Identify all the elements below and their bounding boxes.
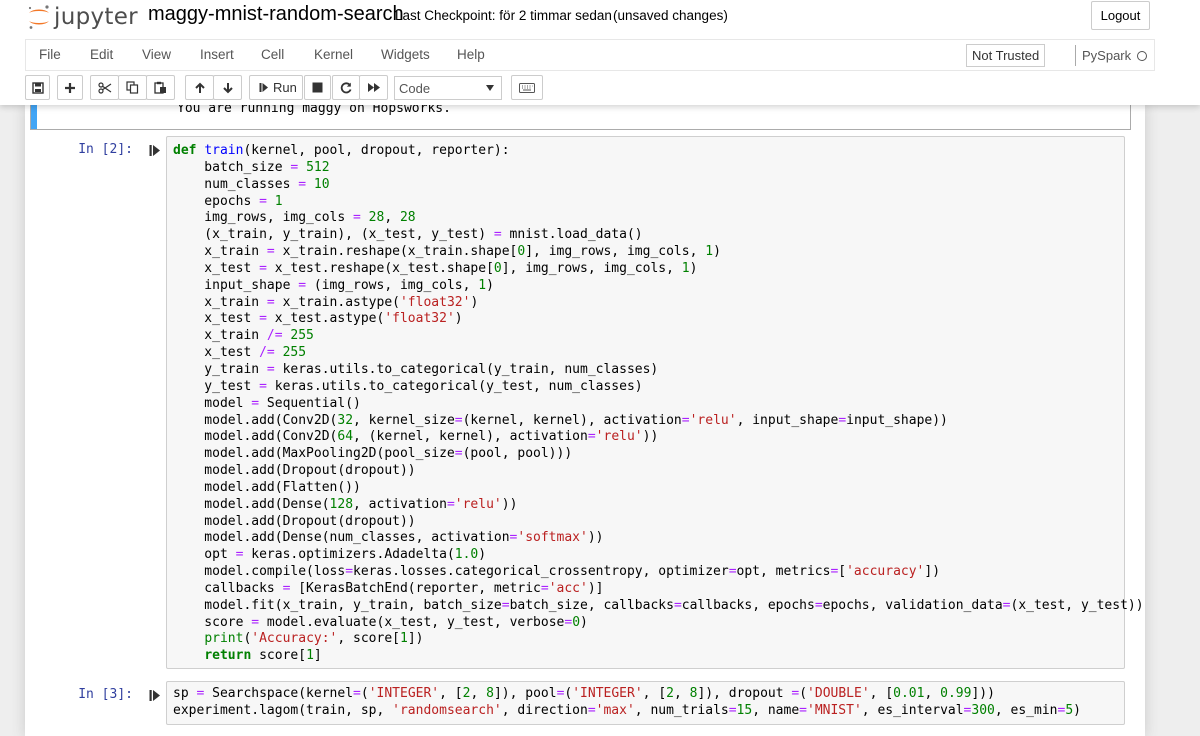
code-line: model.compile(loss=keras.losses.categori… [173,564,941,580]
code-line: y_train = keras.utils.to_categorical(y_t… [173,361,659,377]
code-line: model.add(Flatten()) [173,479,361,495]
step-forward-icon[interactable] [149,689,161,702]
selected-cell[interactable]: You are running maggy on Hopsworks. [30,101,1131,130]
code-line: return score[1] [204,648,322,664]
selected-cell-indicator [31,105,37,129]
code-line: num_classes = 10 [173,176,330,192]
code-line: model.fit(x_train, y_train, batch_size=b… [173,597,1144,613]
step-forward-icon[interactable] [149,144,161,157]
paste-button[interactable] [146,75,175,100]
trust-indicator[interactable]: Not Trusted [966,44,1046,67]
menu-help[interactable]: Help [457,47,485,62]
move-down-button[interactable] [213,75,242,100]
checkpoint-status: Last Checkpoint: för 2 timmar sedan [395,8,612,23]
notebook-area[interactable]: You are running maggy on Hopsworks. In [… [0,101,1200,736]
notebook-header: jupyter maggy-mnist-random-search Last C… [0,0,1200,105]
kernel-indicator: PySpark [1075,45,1148,66]
copy-button[interactable] [118,75,147,100]
logout-button[interactable]: Logout [1091,1,1150,30]
restart-icon [340,81,352,93]
run-button-label: Run [273,80,297,95]
code-editor[interactable]: def train(kernel, pool, dropout, reporte… [173,143,1144,665]
code-line: score = model.evaluate(x_test, y_test, v… [173,614,588,630]
insert-cell-button[interactable] [57,75,83,100]
code-line: x_train /= 255 [173,328,314,344]
menu-file[interactable]: File [39,47,61,62]
plus-icon [65,82,75,93]
code-line: experiment.lagom(train, sp, 'randomsearc… [173,702,1081,718]
kernel-idle-icon [1137,50,1148,61]
run-button[interactable]: Run [249,75,303,100]
arrow-down-icon [222,82,233,93]
autosave-status: (unsaved changes) [613,8,728,23]
code-line: batch_size = 512 [173,159,330,175]
cut-button[interactable] [90,75,119,100]
code-editor[interactable]: sp = Searchspace(kernel=('INTEGER', [2, … [173,686,1081,720]
menu-kernel[interactable]: Kernel [314,47,353,62]
code-line: x_test /= 255 [173,345,307,361]
move-up-button[interactable] [185,75,214,100]
cell-prompt: In [2]: [78,142,133,157]
restart-run-all-button[interactable] [359,75,388,100]
save-icon [31,81,44,94]
code-line: model.add(Conv2D(64, (kernel, kernel), a… [173,429,659,445]
save-button[interactable] [25,75,50,100]
menu-edit[interactable]: Edit [90,47,113,62]
code-line: callbacks = [KerasBatchEnd(reporter, met… [173,580,604,596]
chevron-down-icon [486,85,494,91]
copy-icon [126,81,139,94]
keyboard-icon [519,82,535,93]
code-line: x_test = x_test.astype('float32') [173,311,463,327]
notebook-container: You are running maggy on Hopsworks. In [… [25,101,1145,736]
code-line: x_test = x_test.reshape(x_test.shape[0],… [173,260,698,276]
code-input-area[interactable]: def train(kernel, pool, dropout, reporte… [166,136,1144,669]
code-line: img_rows, img_cols = 28, 28 [173,210,416,226]
code-line: model.add(Dropout(dropout)) [173,463,416,479]
code-line: y_test = keras.utils.to_categorical(y_te… [173,378,643,394]
menu-cell[interactable]: Cell [261,47,284,62]
cell-type-value: Code [399,80,431,96]
stop-icon [312,82,323,93]
code-line: sp = Searchspace(kernel=('INTEGER', [2, … [173,686,995,701]
jupyter-logo-icon [28,5,49,29]
logo-text: jupyter [54,4,138,30]
code-input-area[interactable]: sp = Searchspace(kernel=('INTEGER', [2, … [166,681,1125,725]
step-forward-icon [259,83,268,92]
code-cell[interactable]: In [2]: def train(kernel, pool, dropout,… [25,135,1145,675]
menu-bar: File Edit View Insert Cell Kernel Widget… [25,39,1155,71]
code-line: model.add(MaxPooling2D(pool_size=(pool, … [173,446,573,462]
code-line: x_train = x_train.astype('float32') [173,294,479,310]
code-line: model.add(Dropout(dropout)) [173,513,416,529]
code-line: model = Sequential() [173,395,361,411]
code-line: opt = keras.optimizers.Adadelta(1.0) [173,547,487,563]
code-cell[interactable]: In [3]: sp = Searchspace(kernel=('INTEGE… [25,680,1145,736]
paste-icon [154,81,166,94]
code-line: model.add(Dense(num_classes, activation=… [173,530,604,546]
code-line: model.add(Conv2D(32, kernel_size=(kernel… [173,412,948,428]
menu-view[interactable]: View [142,47,171,62]
code-line: epochs = 1 [173,193,283,209]
code-line: def train(kernel, pool, dropout, reporte… [173,143,510,158]
code-line: x_train = x_train.reshape(x_train.shape[… [173,244,721,260]
interrupt-button[interactable] [304,75,331,100]
kernel-name: PySpark [1082,48,1132,63]
cell-prompt: In [3]: [78,687,133,702]
cell-type-select[interactable]: Code [394,76,502,100]
command-palette-button[interactable] [511,75,543,100]
code-line: (x_train, y_train), (x_test, y_test) = m… [173,227,643,243]
code-line: input_shape = (img_rows, img_cols, 1) [173,277,494,293]
menu-widgets[interactable]: Widgets [381,47,430,62]
notebook-title[interactable]: maggy-mnist-random-search [148,3,404,26]
jupyter-logo[interactable]: jupyter [26,2,138,32]
restart-kernel-button[interactable] [332,75,360,100]
code-line: print('Accuracy:', score[1]) [204,631,424,647]
code-line: model.add(Dense(128, activation='relu')) [173,496,518,512]
cut-icon [97,81,111,94]
fast-forward-icon [367,83,380,92]
notebook-toolbar: Run Code [25,75,1155,101]
arrow-up-icon [194,82,205,93]
menu-insert[interactable]: Insert [200,47,234,62]
